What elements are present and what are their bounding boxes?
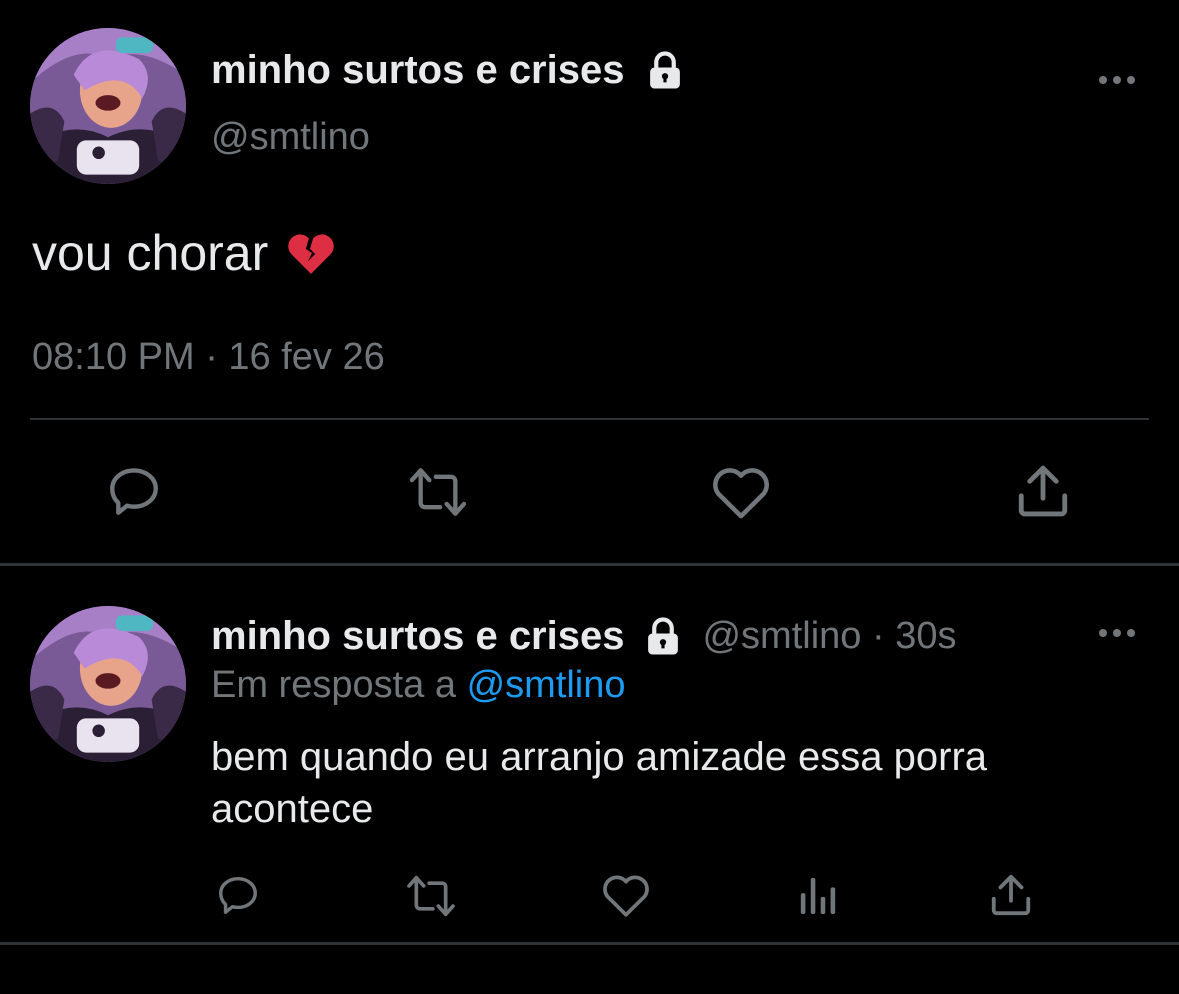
- tweet-text-content: vou chorar: [32, 225, 269, 281]
- reply-prefix: Em resposta a: [211, 664, 456, 706]
- analytics-button[interactable]: [798, 874, 838, 916]
- more-options-icon[interactable]: [1097, 627, 1137, 639]
- reply-button[interactable]: [214, 872, 262, 918]
- avatar-illustration: [30, 28, 186, 184]
- handle[interactable]: @smtlino: [211, 116, 370, 159]
- handle-and-time[interactable]: @smtlino · 30s: [702, 615, 956, 658]
- share-icon: [1018, 465, 1068, 517]
- display-name[interactable]: minho surtos e crises: [211, 614, 624, 659]
- like-icon: [603, 875, 649, 917]
- lock-icon: [650, 50, 681, 88]
- avatar-illustration: [30, 606, 186, 762]
- more-options-icon[interactable]: [1097, 74, 1137, 86]
- display-name[interactable]: minho surtos e crises: [211, 48, 686, 93]
- tweet-thread: minho surtos e crises @smtlino vou chora…: [0, 0, 1179, 994]
- divider: [0, 563, 1179, 566]
- retweet-icon: [409, 468, 467, 516]
- divider: [0, 942, 1179, 945]
- like-button[interactable]: [710, 464, 772, 520]
- display-name-text[interactable]: minho surtos e crises: [211, 48, 624, 93]
- timestamp[interactable]: 08:10 PM · 16 fev 26: [32, 336, 385, 379]
- reply-icon: [219, 876, 257, 914]
- reply-header: minho surtos e crises @smtlino · 30s: [211, 614, 956, 659]
- retweet-icon: [407, 875, 455, 917]
- divider: [30, 418, 1149, 420]
- reply-context: Em resposta a @smtlino: [211, 664, 626, 707]
- reply-icon: [110, 468, 158, 515]
- retweet-button[interactable]: [404, 466, 472, 518]
- tweet-text: bem quando eu arranjo amizade essa porra…: [211, 735, 988, 831]
- share-icon: [991, 874, 1031, 916]
- avatar[interactable]: [30, 28, 186, 184]
- like-button[interactable]: [601, 872, 651, 918]
- like-icon: [713, 468, 769, 519]
- lock-icon: [648, 616, 679, 654]
- share-button[interactable]: [988, 872, 1034, 918]
- reply-mention-link[interactable]: @smtlino: [467, 664, 626, 706]
- share-button[interactable]: [1014, 462, 1072, 520]
- analytics-icon: [800, 877, 836, 915]
- reply-button[interactable]: [104, 462, 164, 520]
- retweet-button[interactable]: [403, 874, 459, 918]
- broken-heart-icon: [288, 234, 334, 274]
- tweet-text: vou chorar: [32, 224, 336, 282]
- avatar[interactable]: [30, 606, 186, 762]
